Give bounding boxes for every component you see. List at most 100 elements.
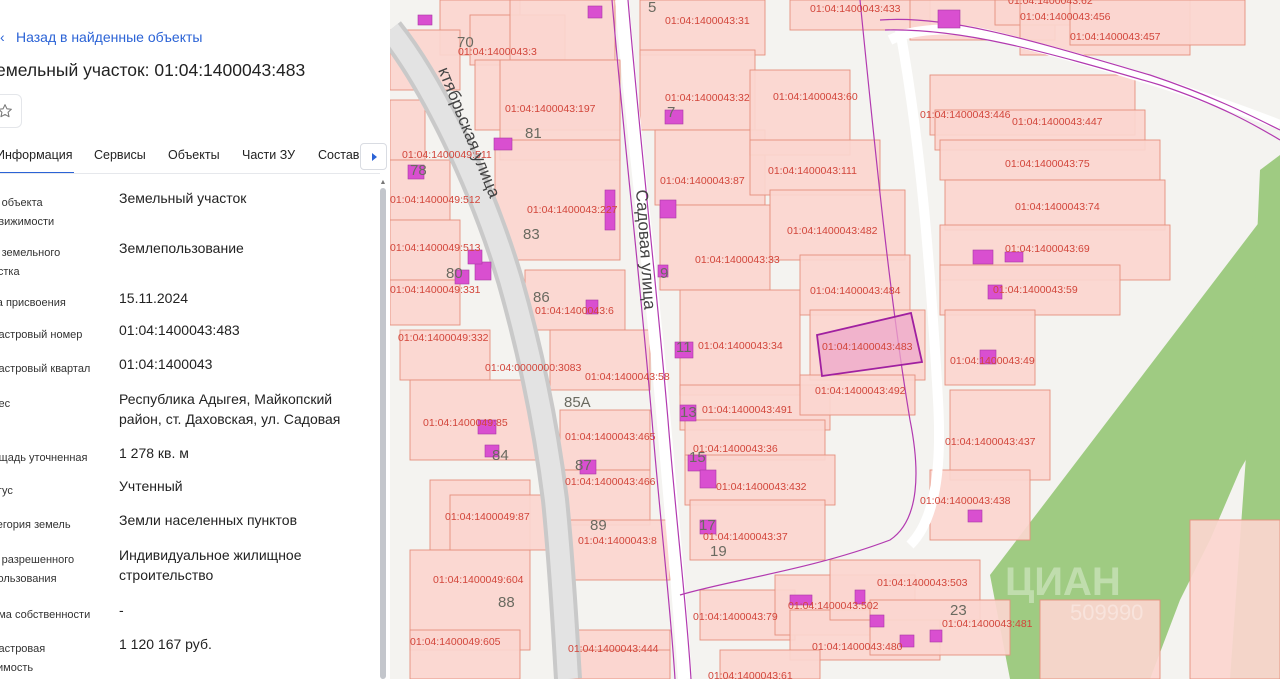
parcel-label[interactable]: 01:04:1400043:60 — [773, 91, 858, 103]
parcel-label[interactable]: 01:04:1400043:87 — [660, 175, 745, 187]
attribute-label-line: дрес — [0, 398, 11, 410]
cadastral-map[interactable]: 01:04:1400043:31 01:04:1400043:433 01:04:1… — [390, 0, 1280, 679]
parcel-label[interactable]: 01:04:1400043:34 — [698, 340, 783, 352]
attribute-label: адастровая тоимость — [0, 640, 106, 678]
attribute-value: Земельный участок — [119, 188, 359, 208]
parcel-label[interactable]: 01:04:1400043:62 — [1008, 0, 1093, 7]
parcel-label[interactable]: 01:04:1400043:438 — [920, 495, 1011, 507]
building[interactable] — [699, 469, 717, 489]
attribute-label-line: адастровый номер — [0, 329, 83, 341]
building[interactable] — [474, 261, 492, 281]
parcel-label[interactable]: 01:04:1400043:484 — [810, 285, 901, 297]
building[interactable] — [869, 614, 885, 628]
favorite-button[interactable] — [0, 94, 22, 128]
attribute-label-line: лощадь уточненная — [0, 452, 88, 464]
land-parcel[interactable] — [949, 389, 1051, 481]
land-parcel[interactable] — [659, 204, 771, 291]
tab-1[interactable]: Информация — [0, 148, 73, 162]
parcel-label[interactable]: 01:04:1400043:58 — [585, 371, 670, 383]
attribute-label-line: ид земельного — [0, 247, 61, 259]
land-parcel[interactable] — [494, 139, 621, 261]
building[interactable] — [417, 14, 433, 26]
parcel-label[interactable]: 01:04:1400043:8 — [578, 535, 657, 547]
parcel-label[interactable]: 01:04:1400043:437 — [945, 436, 1036, 448]
parcel-label[interactable]: 01:04:1400043:36 — [693, 443, 778, 455]
parcel-label[interactable]: 01:04:1400043:32 — [665, 92, 750, 104]
land-parcel[interactable] — [639, 49, 756, 131]
parcel-label[interactable]: 01:04:1400043:446 — [920, 109, 1011, 121]
house-number: 5 — [648, 0, 656, 16]
parcel-label[interactable]: 01:04:1400043:447 — [1012, 116, 1103, 128]
star-icon — [0, 104, 12, 118]
house-number: 9 — [660, 265, 668, 282]
parcel-label[interactable]: 01:04:1400043:491 — [702, 404, 793, 416]
parcel-label[interactable]: 01:04:1400043:49 — [950, 355, 1035, 367]
map-canvas[interactable]: 01:04:1400043:31 01:04:1400043:433 01:04:1… — [390, 0, 1280, 679]
parcel-label[interactable]: 01:04:1400049:87 — [445, 511, 530, 523]
parcel-label[interactable]: 01:04:1400043:480 — [812, 641, 903, 653]
scrollbar-thumb[interactable] — [380, 188, 386, 679]
attribute-label-line: атегория земель — [0, 519, 71, 531]
parcel-label[interactable]: 01:04:1400043:502 — [788, 600, 879, 612]
tab-3[interactable]: Объекты — [168, 148, 220, 162]
parcel-label[interactable]: 01:04:1400043:111 — [768, 165, 857, 177]
land-parcel[interactable] — [639, 0, 766, 56]
parcel-label[interactable]: 01:04:1400043:227 — [527, 204, 618, 216]
attribute-label-line: орма собственности — [0, 609, 91, 621]
parcel-label[interactable]: 01:04:1400043:456 — [1020, 11, 1111, 23]
attribute-label-line: адастровая — [0, 643, 46, 655]
tab-4[interactable]: Части ЗУ — [242, 148, 295, 162]
land-parcel[interactable] — [944, 309, 1036, 386]
attribute-value: 01:04:1400043:483 — [119, 320, 359, 340]
parcel-label[interactable]: 01:04:1400043:197 — [505, 103, 596, 115]
building[interactable] — [493, 137, 513, 151]
building[interactable] — [659, 199, 677, 219]
parcel-label[interactable]: 01:04:1400043:6 — [535, 305, 614, 317]
building[interactable] — [972, 249, 994, 265]
parcel-label[interactable]: 01:04:1400043:482 — [787, 225, 878, 237]
back-link[interactable]: ‹ Назад в найденные объекты — [0, 27, 202, 47]
parcel-label[interactable]: 01:04:1400049:512 — [390, 194, 481, 206]
tab-2[interactable]: Сервисы — [94, 148, 146, 162]
land-parcel[interactable] — [569, 519, 671, 581]
land-parcel[interactable] — [1189, 519, 1280, 679]
parcel-label[interactable]: 01:04:1400049:604 — [433, 574, 524, 586]
parcel-label[interactable]: 01:04:1400043:79 — [693, 611, 778, 623]
house-number: 84 — [492, 447, 509, 464]
parcel-label[interactable]: 01:04:1400043:483 — [822, 341, 913, 353]
parcel-label[interactable]: 01:04:1400043:432 — [716, 481, 807, 493]
parcel-label[interactable]: 01:04:1400049:513 — [390, 242, 481, 254]
parcel-label[interactable]: 01:04:1400043:457 — [1070, 31, 1161, 43]
parcel-label[interactable]: 01:04:0000000:3083 — [485, 362, 582, 374]
attribute-value-line: 1 278 кв. м — [119, 445, 189, 461]
parcel-label[interactable]: 01:04:1400049:85 — [423, 417, 508, 429]
parcel-label[interactable]: 01:04:1400043:444 — [568, 643, 659, 655]
parcel-label[interactable]: 01:04:1400043:465 — [565, 431, 656, 443]
parcel-label[interactable]: 01:04:1400043:481 — [942, 618, 1033, 630]
parcel-label[interactable]: 01:04:1400043:492 — [815, 385, 906, 397]
parcel-label[interactable]: 01:04:1400043:466 — [565, 476, 656, 488]
building[interactable] — [929, 629, 943, 643]
parcel-label[interactable]: 01:04:1400049:605 — [410, 636, 501, 648]
tab-5[interactable]: Состав — [318, 148, 359, 162]
parcel-label[interactable]: 01:04:1400043:69 — [1005, 243, 1090, 255]
parcel-label[interactable]: 01:04:1400043:503 — [877, 577, 968, 589]
parcel-label[interactable]: 01:04:1400049:331 — [390, 284, 481, 296]
parcel-label[interactable]: 01:04:1400043:37 — [703, 531, 788, 543]
parcel-label[interactable]: 01:04:1400043:31 — [665, 15, 750, 27]
building[interactable] — [587, 5, 603, 19]
parcel-label[interactable]: 01:04:1400043:433 — [810, 3, 901, 15]
parcel-label[interactable]: 01:04:1400049:332 — [398, 332, 489, 344]
building[interactable] — [937, 9, 961, 29]
parcel-label[interactable]: 01:04:1400043:61 — [708, 670, 793, 679]
page-title: емельный участок: 01:04:1400043:483 — [0, 60, 306, 80]
scroll-up-arrow[interactable]: ▲ — [379, 179, 387, 187]
attribute-label-line: тоимость — [0, 662, 34, 674]
parcel-label[interactable]: 01:04:1400043:75 — [1005, 158, 1090, 170]
building[interactable] — [967, 509, 983, 523]
parcel-label[interactable]: 01:04:1400043:33 — [695, 254, 780, 266]
parcel-label[interactable]: 01:04:1400043:59 — [993, 284, 1078, 296]
tabs-scroll-button[interactable] — [360, 143, 387, 170]
land-parcel[interactable] — [654, 129, 766, 206]
parcel-label[interactable]: 01:04:1400043:74 — [1015, 201, 1100, 213]
